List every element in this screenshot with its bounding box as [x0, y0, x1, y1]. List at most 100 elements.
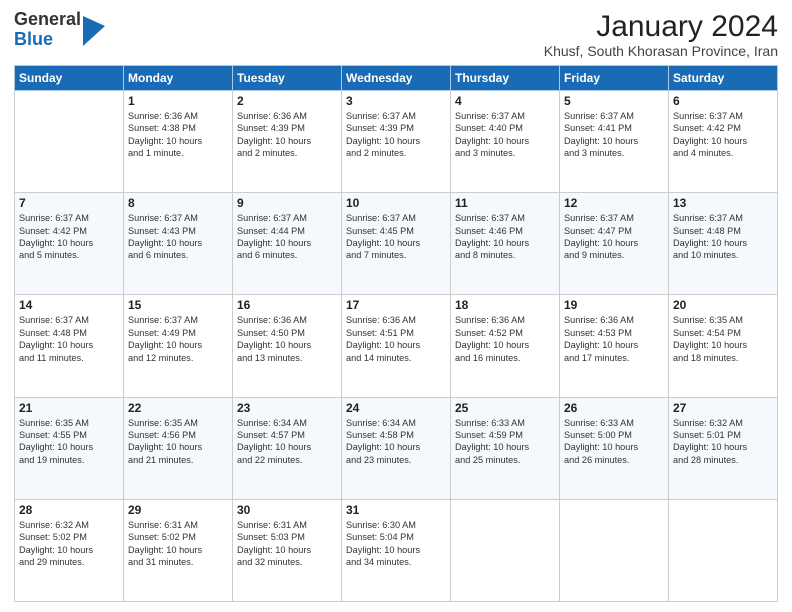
calendar-cell: 26 Sunrise: 6:33 AM Sunset: 5:00 PM Dayli… — [560, 397, 669, 499]
calendar-cell: 24 Sunrise: 6:34 AM Sunset: 4:58 PM Dayli… — [342, 397, 451, 499]
cell-info: Sunrise: 6:32 AM Sunset: 5:02 PM Dayligh… — [19, 519, 119, 569]
calendar-cell: 18Sunrise: 6:36 AM Sunset: 4:52 PM Dayli… — [451, 295, 560, 397]
cell-info: Sunrise: 6:35 AM Sunset: 4:56 PM Dayligh… — [128, 417, 228, 467]
calendar-cell: 8 Sunrise: 6:37 AM Sunset: 4:43 PM Daylig… — [124, 193, 233, 295]
page-title: January 2024 — [544, 10, 778, 43]
week-row-4: 21Sunrise: 6:35 AM Sunset: 4:55 PM Dayli… — [15, 397, 778, 499]
week-row-2: 7 Sunrise: 6:37 AM Sunset: 4:42 PM Daylig… — [15, 193, 778, 295]
day-number: 13 — [673, 196, 773, 210]
day-number: 29 — [128, 503, 228, 517]
cell-info: Sunrise: 6:32 AM Sunset: 5:01 PM Dayligh… — [673, 417, 773, 467]
cell-info: Sunrise: 6:37 AM Sunset: 4:45 PM Dayligh… — [346, 212, 446, 262]
calendar-cell — [15, 91, 124, 193]
cell-info: Sunrise: 6:36 AM Sunset: 4:39 PM Dayligh… — [237, 110, 337, 160]
calendar-cell: 31Sunrise: 6:30 AM Sunset: 5:04 PM Dayli… — [342, 499, 451, 601]
day-number: 4 — [455, 94, 555, 108]
cell-info: Sunrise: 6:37 AM Sunset: 4:40 PM Dayligh… — [455, 110, 555, 160]
day-number: 8 — [128, 196, 228, 210]
day-number: 1 — [128, 94, 228, 108]
day-number: 5 — [564, 94, 664, 108]
day-number: 10 — [346, 196, 446, 210]
title-block: January 2024 Khusf, South Khorasan Provi… — [544, 10, 778, 59]
day-number: 9 — [237, 196, 337, 210]
day-number: 30 — [237, 503, 337, 517]
day-number: 22 — [128, 401, 228, 415]
day-number: 6 — [673, 94, 773, 108]
cell-info: Sunrise: 6:37 AM Sunset: 4:48 PM Dayligh… — [19, 314, 119, 364]
calendar-cell: 5 Sunrise: 6:37 AM Sunset: 4:41 PM Daylig… — [560, 91, 669, 193]
cell-info: Sunrise: 6:36 AM Sunset: 4:38 PM Dayligh… — [128, 110, 228, 160]
calendar-cell: 7 Sunrise: 6:37 AM Sunset: 4:42 PM Daylig… — [15, 193, 124, 295]
day-number: 25 — [455, 401, 555, 415]
day-number: 28 — [19, 503, 119, 517]
calendar-table: SundayMondayTuesdayWednesdayThursdayFrid… — [14, 65, 778, 602]
calendar-cell: 27 Sunrise: 6:32 AM Sunset: 5:01 PM Dayli… — [669, 397, 778, 499]
day-number: 24 — [346, 401, 446, 415]
cell-info: Sunrise: 6:37 AM Sunset: 4:42 PM Dayligh… — [673, 110, 773, 160]
calendar-cell: 2 Sunrise: 6:36 AM Sunset: 4:39 PM Daylig… — [233, 91, 342, 193]
calendar-cell: 19Sunrise: 6:36 AM Sunset: 4:53 PM Dayli… — [560, 295, 669, 397]
logo-blue-text: Blue — [14, 30, 81, 50]
day-number: 23 — [237, 401, 337, 415]
calendar-cell: 12 Sunrise: 6:37 AM Sunset: 4:47 PM Dayli… — [560, 193, 669, 295]
cell-info: Sunrise: 6:36 AM Sunset: 4:50 PM Dayligh… — [237, 314, 337, 364]
calendar-cell: 29Sunrise: 6:31 AM Sunset: 5:02 PM Dayli… — [124, 499, 233, 601]
calendar-cell: 21Sunrise: 6:35 AM Sunset: 4:55 PM Dayli… — [15, 397, 124, 499]
calendar-cell: 3 Sunrise: 6:37 AM Sunset: 4:39 PM Daylig… — [342, 91, 451, 193]
week-row-3: 14 Sunrise: 6:37 AM Sunset: 4:48 PM Dayli… — [15, 295, 778, 397]
logo: General Blue — [14, 10, 103, 50]
week-row-1: 1 Sunrise: 6:36 AM Sunset: 4:38 PM Daylig… — [15, 91, 778, 193]
page-subtitle: Khusf, South Khorasan Province, Iran — [544, 43, 778, 59]
page: General Blue January 2024 Khusf, South K… — [0, 0, 792, 612]
calendar-cell: 13Sunrise: 6:37 AM Sunset: 4:48 PM Dayli… — [669, 193, 778, 295]
cell-info: Sunrise: 6:37 AM Sunset: 4:46 PM Dayligh… — [455, 212, 555, 262]
calendar-cell: 4 Sunrise: 6:37 AM Sunset: 4:40 PM Daylig… — [451, 91, 560, 193]
week-row-5: 28 Sunrise: 6:32 AM Sunset: 5:02 PM Dayli… — [15, 499, 778, 601]
cell-info: Sunrise: 6:34 AM Sunset: 4:58 PM Dayligh… — [346, 417, 446, 467]
calendar-cell: 20 Sunrise: 6:35 AM Sunset: 4:54 PM Dayli… — [669, 295, 778, 397]
day-number: 2 — [237, 94, 337, 108]
calendar-body: 1 Sunrise: 6:36 AM Sunset: 4:38 PM Daylig… — [15, 91, 778, 602]
header-day-monday: Monday — [124, 66, 233, 91]
cell-info: Sunrise: 6:30 AM Sunset: 5:04 PM Dayligh… — [346, 519, 446, 569]
calendar-cell: 16 Sunrise: 6:36 AM Sunset: 4:50 PM Dayli… — [233, 295, 342, 397]
day-number: 3 — [346, 94, 446, 108]
cell-info: Sunrise: 6:37 AM Sunset: 4:41 PM Dayligh… — [564, 110, 664, 160]
cell-info: Sunrise: 6:36 AM Sunset: 4:52 PM Dayligh… — [455, 314, 555, 364]
cell-info: Sunrise: 6:34 AM Sunset: 4:57 PM Dayligh… — [237, 417, 337, 467]
day-number: 17 — [346, 298, 446, 312]
day-number: 26 — [564, 401, 664, 415]
header-day-tuesday: Tuesday — [233, 66, 342, 91]
logo-general-text: General — [14, 10, 81, 30]
day-number: 7 — [19, 196, 119, 210]
cell-info: Sunrise: 6:37 AM Sunset: 4:47 PM Dayligh… — [564, 212, 664, 262]
cell-info: Sunrise: 6:37 AM Sunset: 4:42 PM Dayligh… — [19, 212, 119, 262]
logo-icon — [83, 16, 103, 44]
cell-info: Sunrise: 6:35 AM Sunset: 4:54 PM Dayligh… — [673, 314, 773, 364]
day-number: 11 — [455, 196, 555, 210]
day-number: 16 — [237, 298, 337, 312]
day-number: 19 — [564, 298, 664, 312]
calendar-cell — [451, 499, 560, 601]
calendar-cell: 22 Sunrise: 6:35 AM Sunset: 4:56 PM Dayli… — [124, 397, 233, 499]
calendar-cell: 30 Sunrise: 6:31 AM Sunset: 5:03 PM Dayli… — [233, 499, 342, 601]
header-day-friday: Friday — [560, 66, 669, 91]
calendar-cell: 1 Sunrise: 6:36 AM Sunset: 4:38 PM Daylig… — [124, 91, 233, 193]
day-number: 20 — [673, 298, 773, 312]
day-number: 21 — [19, 401, 119, 415]
header-day-sunday: Sunday — [15, 66, 124, 91]
cell-info: Sunrise: 6:31 AM Sunset: 5:03 PM Dayligh… — [237, 519, 337, 569]
cell-info: Sunrise: 6:37 AM Sunset: 4:39 PM Dayligh… — [346, 110, 446, 160]
calendar-cell: 6 Sunrise: 6:37 AM Sunset: 4:42 PM Daylig… — [669, 91, 778, 193]
day-number: 12 — [564, 196, 664, 210]
day-number: 15 — [128, 298, 228, 312]
cell-info: Sunrise: 6:37 AM Sunset: 4:49 PM Dayligh… — [128, 314, 228, 364]
day-number: 27 — [673, 401, 773, 415]
calendar-cell: 15 Sunrise: 6:37 AM Sunset: 4:49 PM Dayli… — [124, 295, 233, 397]
logo-text: General Blue — [14, 10, 81, 50]
calendar-cell: 14 Sunrise: 6:37 AM Sunset: 4:48 PM Dayli… — [15, 295, 124, 397]
cell-info: Sunrise: 6:33 AM Sunset: 5:00 PM Dayligh… — [564, 417, 664, 467]
cell-info: Sunrise: 6:37 AM Sunset: 4:43 PM Dayligh… — [128, 212, 228, 262]
day-number: 14 — [19, 298, 119, 312]
calendar-cell — [560, 499, 669, 601]
